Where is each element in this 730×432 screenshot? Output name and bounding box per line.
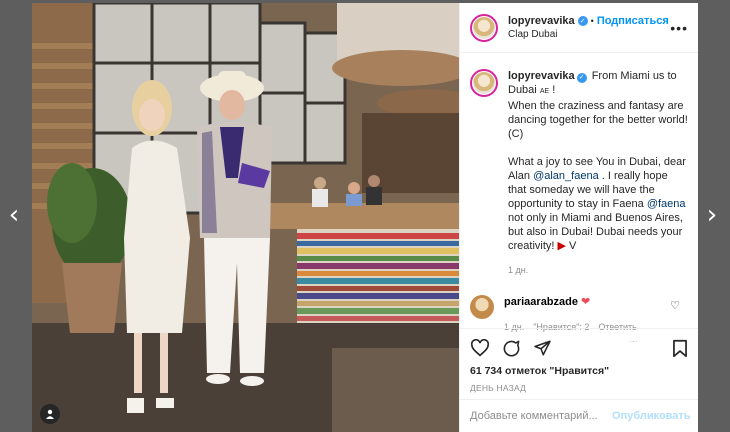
next-post-button[interactable]: › xyxy=(702,200,722,230)
comment-like-icon[interactable]: ♡ xyxy=(670,299,680,312)
caption-text: ! xyxy=(549,84,556,96)
comment-item: pariaarabzade ❤ 1 дн. "Нравится": 2 Отве… xyxy=(460,277,698,332)
tagged-users-button[interactable] xyxy=(40,404,60,424)
follow-button[interactable]: Подписаться xyxy=(597,15,669,27)
comment-avatar[interactable] xyxy=(470,295,494,319)
comment-input[interactable] xyxy=(470,410,612,422)
mention-link[interactable]: @alan_faena xyxy=(533,170,599,182)
comment-icon[interactable] xyxy=(502,339,521,358)
post-sidebar: lopyrevavika ✓ • Подписаться Clap Dubai … xyxy=(459,3,698,432)
post-header: lopyrevavika ✓ • Подписаться Clap Dubai … xyxy=(460,3,698,53)
caption-text: V xyxy=(565,240,577,252)
more-options-icon[interactable]: ••• xyxy=(670,20,688,36)
caption-text: not only in Miami and Buenos Aires, but … xyxy=(508,212,683,252)
caption-avatar[interactable] xyxy=(470,69,498,97)
like-icon[interactable] xyxy=(470,339,490,357)
chevron-left-icon: ‹ xyxy=(8,200,20,230)
location-link[interactable]: Clap Dubai xyxy=(508,29,670,40)
header-username[interactable]: lopyrevavika xyxy=(508,15,575,27)
flag-ae-icon: AE xyxy=(539,88,550,95)
comment-username[interactable]: pariaarabzade xyxy=(504,296,578,308)
post-actions: 61 734 отметок "Нравится" ДЕНЬ НАЗАД xyxy=(460,328,698,393)
separator: • xyxy=(590,16,594,26)
avatar[interactable] xyxy=(470,13,498,42)
chevron-right-icon: › xyxy=(706,200,718,230)
post-image xyxy=(32,3,459,432)
bookmark-icon[interactable] xyxy=(672,339,688,358)
post-timestamp[interactable]: ДЕНЬ НАЗАД xyxy=(470,383,688,393)
verified-icon: ✓ xyxy=(576,73,587,83)
add-comment-bar: Опубликовать xyxy=(460,399,698,432)
post-caption: lopyrevavika ✓ From Miami us to Dubai AE … xyxy=(460,53,698,277)
caption-text: When the craziness and fantasy are danci… xyxy=(508,100,688,140)
prev-post-button[interactable]: ‹ xyxy=(4,200,24,230)
publish-button[interactable]: Опубликовать xyxy=(612,410,691,422)
caption-username[interactable]: lopyrevavika xyxy=(508,70,575,82)
flag-icon: ▶ xyxy=(557,240,566,252)
user-icon xyxy=(46,409,54,419)
verified-icon: ✓ xyxy=(577,16,588,26)
heart-emoji-icon: ❤ xyxy=(581,296,591,308)
mention-link[interactable]: @faena xyxy=(647,198,686,210)
caption-time[interactable]: 1 дн. xyxy=(508,263,688,277)
post-photo[interactable] xyxy=(32,3,459,432)
likes-count[interactable]: 61 734 отметок "Нравится" xyxy=(470,365,688,377)
post-modal: lopyrevavika ✓ • Подписаться Clap Dubai … xyxy=(32,3,698,432)
share-icon[interactable] xyxy=(533,339,552,357)
